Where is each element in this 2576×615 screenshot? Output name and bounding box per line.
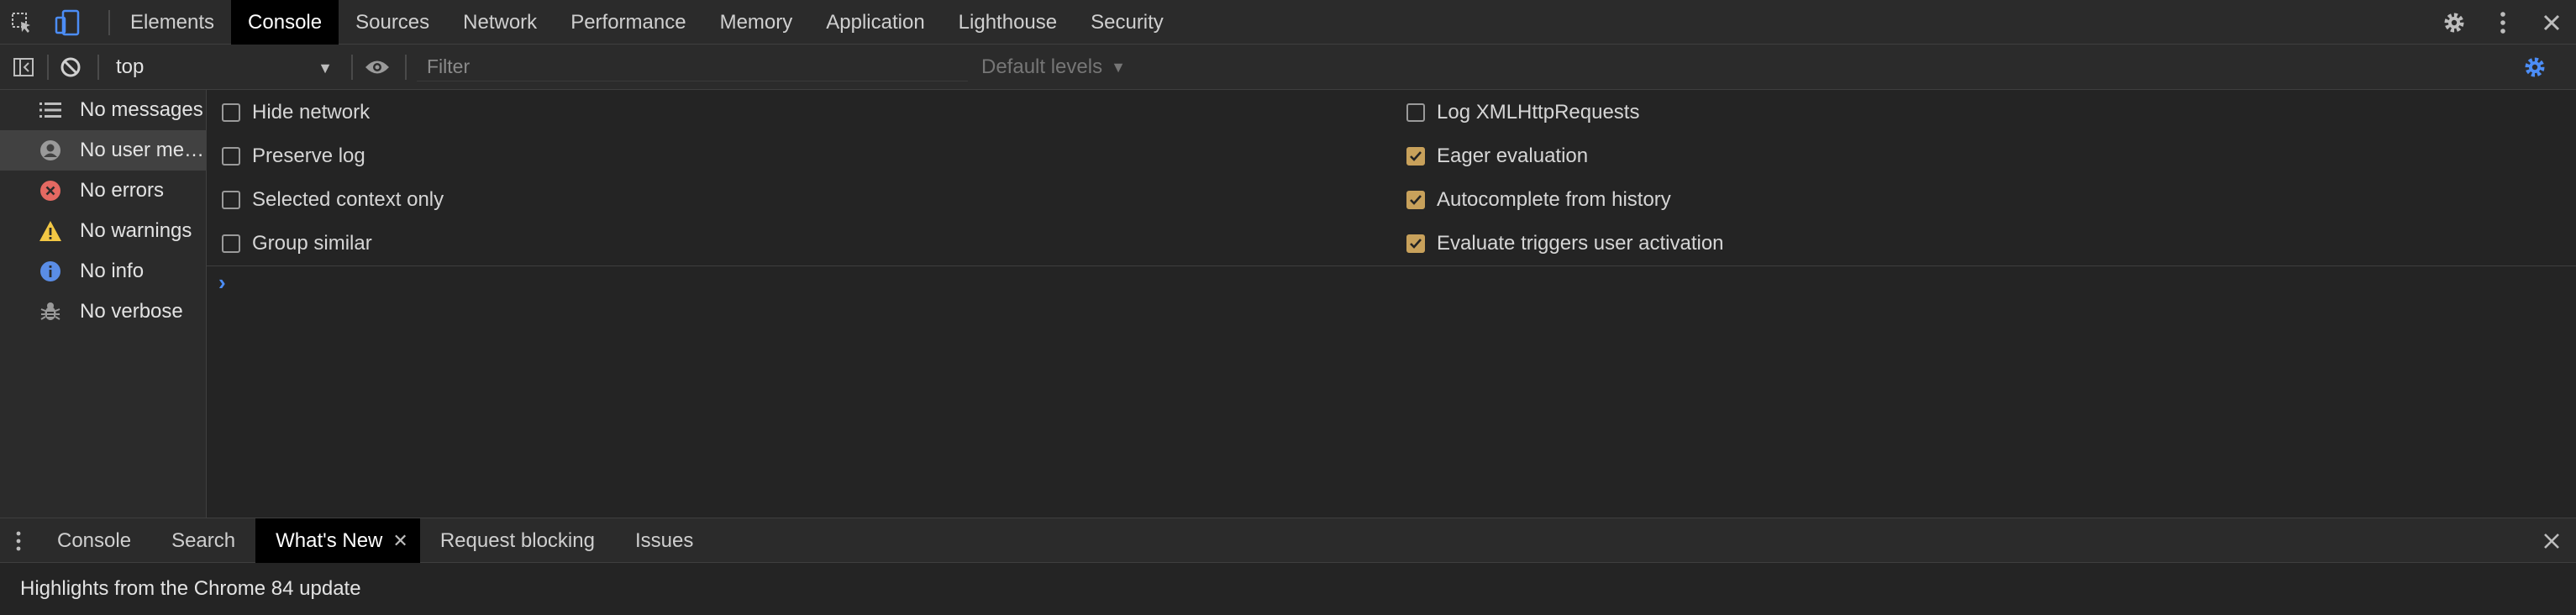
checkbox[interactable]	[222, 234, 240, 253]
dropdown-caret-icon: ▼	[318, 60, 333, 76]
list-icon	[39, 98, 62, 122]
main-toolbar-right	[2430, 0, 2576, 45]
close-tab-icon[interactable]: ✕	[392, 530, 407, 552]
sidebar-item-warnings[interactable]: No warnings	[0, 211, 206, 251]
checkbox-checked[interactable]	[1406, 234, 1425, 253]
console-settings-gear-icon[interactable]	[2514, 45, 2556, 90]
info-icon	[39, 260, 62, 283]
setting-evaluate-triggers-user-activation[interactable]: Evaluate triggers user activation	[1406, 222, 1724, 265]
javascript-context-selector[interactable]: top ▼	[104, 45, 341, 90]
setting-label: Group similar	[252, 232, 372, 255]
setting-group-similar[interactable]: Group similar	[222, 222, 372, 265]
setting-label: Log XMLHttpRequests	[1437, 101, 1640, 124]
sidebar-item-verbose[interactable]: No verbose	[0, 292, 206, 332]
setting-log-xmlhttprequests[interactable]: Log XMLHttpRequests	[1406, 91, 1639, 134]
user-icon	[39, 139, 62, 162]
whats-new-headline: Highlights from the Chrome 84 update	[20, 577, 361, 600]
sidebar-item-label: No verbose	[80, 300, 183, 323]
tab-lighthouse[interactable]: Lighthouse	[942, 0, 1074, 45]
sidebar-item-label: No warnings	[80, 219, 192, 242]
sidebar-item-label: No info	[80, 260, 145, 282]
tab-application[interactable]: Application	[809, 0, 941, 45]
drawer-tab-label: What's New	[276, 528, 383, 552]
log-levels-label: Default levels	[981, 55, 1103, 78]
tab-performance[interactable]: Performance	[554, 0, 702, 45]
toggle-sidebar-icon[interactable]	[7, 45, 40, 90]
setting-preserve-log[interactable]: Preserve log	[222, 134, 365, 178]
toolbar-separator	[351, 55, 353, 80]
whats-new-panel: Highlights from the Chrome 84 update	[0, 563, 2576, 615]
checkbox-checked[interactable]	[1406, 147, 1425, 166]
log-levels-dropdown[interactable]: Default levels ▼	[981, 45, 1126, 90]
toolbar-divider	[108, 10, 110, 35]
toolbar-separator	[97, 55, 99, 80]
sidebar-item-user-messages[interactable]: No user me…	[0, 130, 206, 171]
warning-icon	[39, 219, 62, 243]
inspect-element-icon[interactable]	[5, 7, 39, 38]
console-settings-pane: Hide network Preserve log Selected conte…	[207, 90, 2576, 266]
drawer-tab-bar: Console Search What's New ✕ Request bloc…	[0, 518, 2576, 563]
checkbox[interactable]	[222, 191, 240, 209]
more-options-icon[interactable]	[2479, 0, 2527, 45]
live-expression-eye-icon[interactable]	[360, 45, 395, 90]
setting-label: Selected context only	[252, 188, 444, 211]
sidebar-item-label: No errors	[80, 179, 165, 202]
setting-label: Evaluate triggers user activation	[1437, 232, 1724, 255]
checkbox-checked[interactable]	[1406, 191, 1425, 209]
clear-console-icon[interactable]	[54, 45, 87, 90]
drawer-tab-console[interactable]: Console	[37, 518, 151, 563]
drawer-tab-request-blocking[interactable]: Request blocking	[420, 518, 615, 563]
setting-label: Hide network	[252, 101, 371, 124]
drawer-tab-search[interactable]: Search	[151, 518, 255, 563]
setting-eager-evaluation[interactable]: Eager evaluation	[1406, 134, 1588, 178]
setting-label: Eager evaluation	[1437, 145, 1589, 167]
tab-sources[interactable]: Sources	[339, 0, 446, 45]
main-tab-strip: Elements Console Sources Network Perform…	[113, 0, 1180, 45]
setting-label: Autocomplete from history	[1437, 188, 1671, 211]
setting-hide-network[interactable]: Hide network	[222, 91, 370, 134]
dropdown-caret-icon: ▼	[1111, 58, 1126, 76]
console-prompt-icon: ›	[218, 270, 226, 295]
setting-label: Preserve log	[252, 145, 365, 167]
checkbox[interactable]	[222, 103, 240, 122]
sidebar-item-errors[interactable]: No errors	[0, 171, 206, 211]
sidebar-item-info[interactable]: No info	[0, 251, 206, 292]
drawer-tabs: Console Search What's New ✕ Request bloc…	[37, 518, 713, 563]
tab-elements[interactable]: Elements	[113, 0, 231, 45]
toolbar-separator	[405, 55, 407, 80]
sidebar-item-label: No user me…	[80, 139, 205, 161]
tab-console[interactable]: Console	[231, 0, 339, 45]
tab-memory[interactable]: Memory	[703, 0, 810, 45]
console-input-area[interactable]: ›	[207, 266, 2576, 518]
drawer-more-tools-icon[interactable]	[10, 528, 27, 554]
drawer-tab-issues[interactable]: Issues	[615, 518, 713, 563]
tab-network[interactable]: Network	[446, 0, 554, 45]
context-value: top	[116, 55, 145, 78]
filter-input[interactable]	[417, 53, 968, 81]
setting-autocomplete-from-history[interactable]: Autocomplete from history	[1406, 178, 1671, 222]
device-toolbar-icon[interactable]	[50, 7, 84, 38]
error-icon	[39, 179, 62, 202]
devtools-main-toolbar: Elements Console Sources Network Perform…	[0, 0, 2576, 45]
sidebar-item-messages[interactable]: No messages	[0, 90, 206, 130]
checkbox[interactable]	[222, 147, 240, 166]
tab-security[interactable]: Security	[1074, 0, 1180, 45]
setting-selected-context-only[interactable]: Selected context only	[222, 178, 444, 222]
checkbox[interactable]	[1406, 103, 1425, 122]
drawer-tab-whats-new[interactable]: What's New ✕	[255, 518, 420, 563]
bug-icon	[39, 300, 62, 323]
console-toolbar: top ▼ Default levels ▼	[0, 45, 2576, 90]
close-devtools-icon[interactable]	[2527, 0, 2576, 45]
close-drawer-icon[interactable]	[2541, 530, 2563, 552]
settings-gear-icon[interactable]	[2430, 0, 2479, 45]
console-sidebar: No messages No user me… No errors No war…	[0, 90, 207, 518]
sidebar-item-label: No messages	[80, 98, 203, 121]
toolbar-separator	[47, 55, 49, 80]
